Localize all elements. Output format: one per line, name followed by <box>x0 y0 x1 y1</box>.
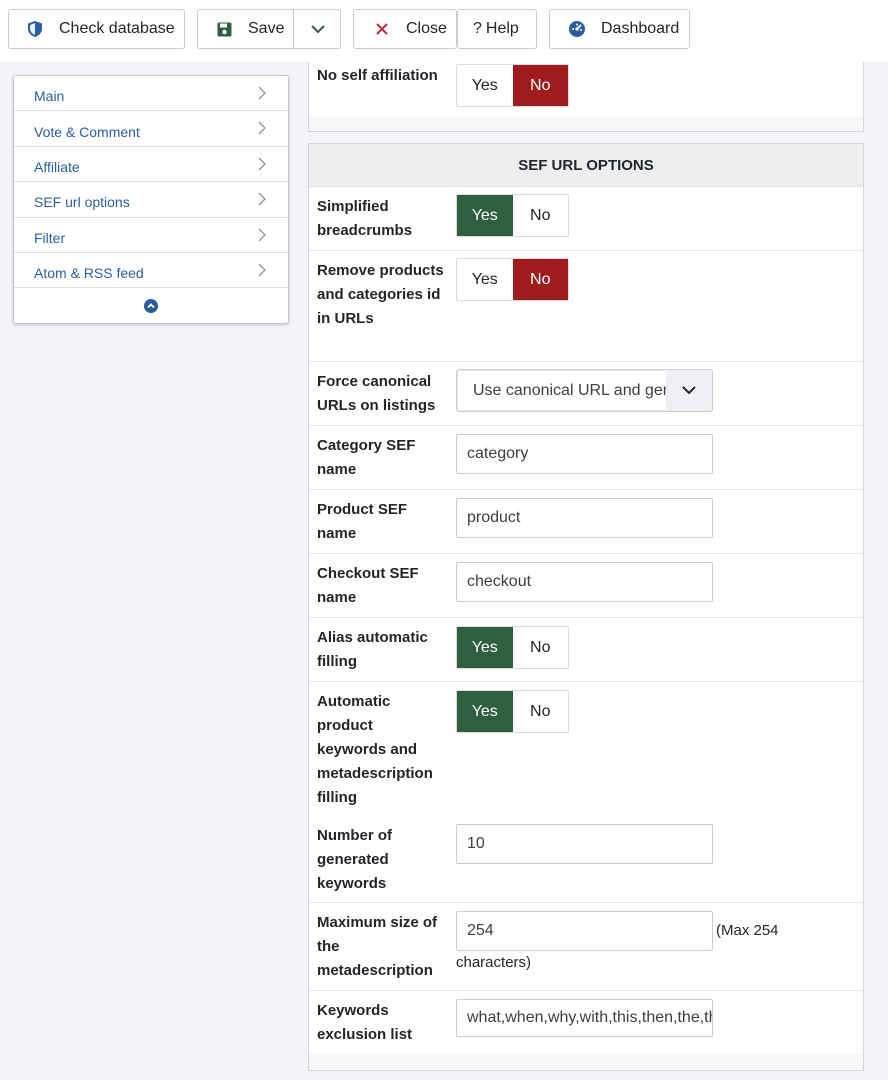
keywords-exclusion-input[interactable]: what,when,why,with,this,then,the,th <box>456 999 713 1037</box>
help-label: Help <box>485 20 519 37</box>
chevron-down-icon <box>682 386 696 395</box>
question-icon: ? <box>473 20 482 37</box>
row-product-sef: Product SEF name product <box>309 490 863 554</box>
sidebar-item-label: Main <box>34 88 65 105</box>
no-self-affiliation-no[interactable]: No <box>512 65 568 106</box>
save-dropdown-toggle[interactable] <box>294 10 341 48</box>
dashboard-gauge-icon <box>567 19 587 39</box>
row-category-sef: Category SEF name category <box>309 426 863 490</box>
check-database-label: Check database <box>59 20 175 37</box>
sef-url-options-panel: SEF URL OPTIONS Simplified breadcrumbs Y… <box>308 143 864 1071</box>
auto-keywords-no[interactable]: No <box>513 691 569 732</box>
sidebar-item-main[interactable]: Main <box>14 76 288 112</box>
force-canonical-label: Force canonical URLs on listings <box>317 373 436 414</box>
panel-footer <box>309 117 863 131</box>
row-alias-filling: Alias automatic filling Yes No <box>309 618 863 682</box>
no-self-affiliation-yes[interactable]: Yes <box>457 65 513 106</box>
remove-ids-yes[interactable]: Yes <box>457 259 513 300</box>
chevron-right-icon <box>258 228 266 242</box>
max-meta-hint-a: (Max 254 <box>716 922 779 939</box>
chevron-up-circle-icon <box>144 298 158 313</box>
dashboard-button[interactable]: Dashboard <box>549 9 690 49</box>
sidebar-item-label: Vote & Comment <box>34 123 140 140</box>
floppy-disk-icon <box>214 19 234 39</box>
chevron-down-icon <box>310 24 325 33</box>
max-meta-input[interactable]: 254 <box>456 911 713 951</box>
product-sef-input[interactable]: product <box>456 498 713 538</box>
force-canonical-select[interactable]: Use canonical URL and gen <box>456 369 713 412</box>
sidebar-collapse-button[interactable] <box>14 288 288 323</box>
chevron-right-icon <box>258 86 266 100</box>
force-canonical-value: Use canonical URL and gen <box>473 381 667 399</box>
simplified-breadcrumbs-yes[interactable]: Yes <box>457 195 513 236</box>
row-auto-keywords: Automatic product keywords and metadescr… <box>309 682 863 810</box>
row-force-canonical: Force canonical URLs on listings Use can… <box>309 362 863 426</box>
auto-keywords-label: Automatic product keywords and metadescr… <box>317 693 433 806</box>
save-button[interactable]: Save <box>197 9 341 49</box>
category-sef-label: Category SEF name <box>317 437 416 478</box>
sidebar-item-label: SEF url options <box>34 194 130 211</box>
affiliate-panel: No self affiliation Yes No <box>308 62 864 132</box>
row-keywords-exclusion: Keywords exclusion list what,when,why,wi… <box>309 991 863 1055</box>
num-keywords-input[interactable]: 10 <box>456 824 713 864</box>
row-num-keywords: Number of generated keywords 10 <box>309 816 863 903</box>
remove-ids-no[interactable]: No <box>512 259 568 300</box>
check-database-button[interactable]: Check database <box>8 9 185 49</box>
sidebar-item-filter[interactable]: Filter <box>14 218 288 253</box>
simplified-breadcrumbs-label: Simplified breadcrumbs <box>317 198 413 239</box>
row-simplified-breadcrumbs: Simplified breadcrumbs Yes No <box>309 187 863 251</box>
alias-filling-toggle: Yes No <box>456 626 569 669</box>
chevron-right-icon <box>258 157 266 171</box>
no-self-affiliation-toggle: Yes No <box>456 64 569 107</box>
checkout-sef-input[interactable]: checkout <box>456 562 713 602</box>
sidebar-item-sef-url-options[interactable]: SEF url options <box>14 182 288 218</box>
save-label: Save <box>248 20 285 37</box>
close-button[interactable]: Close <box>353 9 457 49</box>
alias-filling-label: Alias automatic filling <box>317 629 428 670</box>
checkout-sef-label: Checkout SEF name <box>317 565 419 606</box>
chevron-right-icon <box>258 192 266 206</box>
row-max-meta: Maximum size of the metadescription 254 … <box>309 903 863 991</box>
auto-keywords-toggle: Yes No <box>456 690 569 733</box>
auto-keywords-yes[interactable]: Yes <box>457 691 513 732</box>
sidebar-item-affiliate[interactable]: Affiliate <box>14 147 288 183</box>
sidebar-item-label: Affiliate <box>34 158 80 175</box>
section-title: SEF URL OPTIONS <box>309 144 863 187</box>
shield-icon <box>25 19 45 39</box>
no-self-affiliation-label: No self affiliation <box>317 67 438 84</box>
select-dropdown-toggle[interactable] <box>666 370 712 411</box>
product-sef-label: Product SEF name <box>317 501 408 542</box>
max-meta-label: Maximum size of the metadescription <box>317 914 438 979</box>
sidebar-item-atom-rss-feed[interactable]: Atom & RSS feed <box>14 253 288 289</box>
simplified-breadcrumbs-toggle: Yes No <box>456 194 569 237</box>
sidebar-item-label: Atom & RSS feed <box>34 265 144 282</box>
num-keywords-label: Number of generated keywords <box>317 827 392 892</box>
keywords-exclusion-label: Keywords exclusion list <box>317 1002 413 1043</box>
dashboard-label: Dashboard <box>601 20 680 37</box>
row-checkout-sef: Checkout SEF name checkout <box>309 554 863 618</box>
close-label: Close <box>406 20 447 37</box>
sidebar-nav: Main Vote & Comment Affiliate SEF url op… <box>13 75 289 324</box>
chevron-right-icon <box>258 121 266 135</box>
remove-ids-label: Remove products and categories id in URL… <box>317 262 444 327</box>
sidebar-item-vote-comment[interactable]: Vote & Comment <box>14 111 288 147</box>
simplified-breadcrumbs-no[interactable]: No <box>513 195 569 236</box>
alias-filling-yes[interactable]: Yes <box>457 627 513 668</box>
toolbar: Check database Save Close ? Help Dashboa… <box>0 0 888 62</box>
max-meta-hint-b: characters) <box>456 954 532 971</box>
close-icon <box>372 19 392 39</box>
help-button[interactable]: ? Help <box>457 9 537 49</box>
remove-ids-toggle: Yes No <box>456 258 569 301</box>
sidebar-item-label: Filter <box>34 229 66 246</box>
panel-footer <box>309 1054 863 1070</box>
row-remove-ids: Remove products and categories id in URL… <box>309 251 863 362</box>
chevron-right-icon <box>258 263 266 277</box>
alias-filling-no[interactable]: No <box>513 627 569 668</box>
category-sef-input[interactable]: category <box>456 434 713 474</box>
